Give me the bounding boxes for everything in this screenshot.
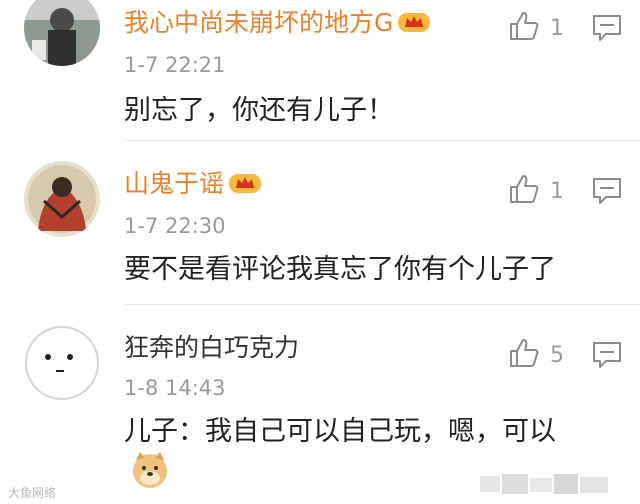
avatar[interactable] <box>24 325 100 401</box>
like-count: 5 <box>550 342 564 368</box>
like-count: 1 <box>550 178 564 204</box>
timestamp: 1-7 22:21 <box>124 53 226 77</box>
like-count: 1 <box>550 15 564 41</box>
avatar[interactable] <box>24 161 100 237</box>
like-button[interactable]: 5 <box>508 337 564 373</box>
thumbs-up-icon <box>508 10 540 46</box>
vip-crown-icon <box>397 10 431 41</box>
timestamp: 1-8 14:43 <box>124 376 226 400</box>
like-button[interactable]: 1 <box>508 173 564 209</box>
username[interactable]: 我心中尚未崩坏的地方G <box>124 8 431 41</box>
comment-text: 别忘了，你还有儿子！ <box>124 95 394 126</box>
reply-button[interactable] <box>592 341 622 373</box>
timestamp: 1-7 22:30 <box>124 214 226 238</box>
reply-button[interactable] <box>592 14 622 46</box>
comment-item: 我心中尚未崩坏的地方G 1-7 22:21 别忘了，你还有儿子！ 1 <box>0 0 640 141</box>
reply-button[interactable] <box>592 177 622 209</box>
thumbs-up-icon <box>508 337 540 373</box>
blurred-region <box>480 470 610 498</box>
doge-emoji-icon <box>130 450 170 490</box>
comment-text: 儿子：我自己可以自己玩，嗯，可以 <box>124 416 556 447</box>
vip-crown-icon <box>228 171 262 202</box>
watermark: 大鱼网络 <box>8 486 57 500</box>
comment-icon <box>592 15 622 46</box>
avatar[interactable] <box>24 0 100 66</box>
comment-item: 山鬼于谣 1-7 22:30 要不是看评论我真忘了你有个儿子了 1 <box>0 141 640 305</box>
username[interactable]: 山鬼于谣 <box>124 169 262 202</box>
comment-icon <box>592 342 622 373</box>
username[interactable]: 狂奔的白巧克力 <box>124 333 299 363</box>
comment-text: 要不是看评论我真忘了你有个儿子了 <box>124 254 556 285</box>
like-button[interactable]: 1 <box>508 10 564 46</box>
comment-icon <box>592 178 622 209</box>
thumbs-up-icon <box>508 173 540 209</box>
